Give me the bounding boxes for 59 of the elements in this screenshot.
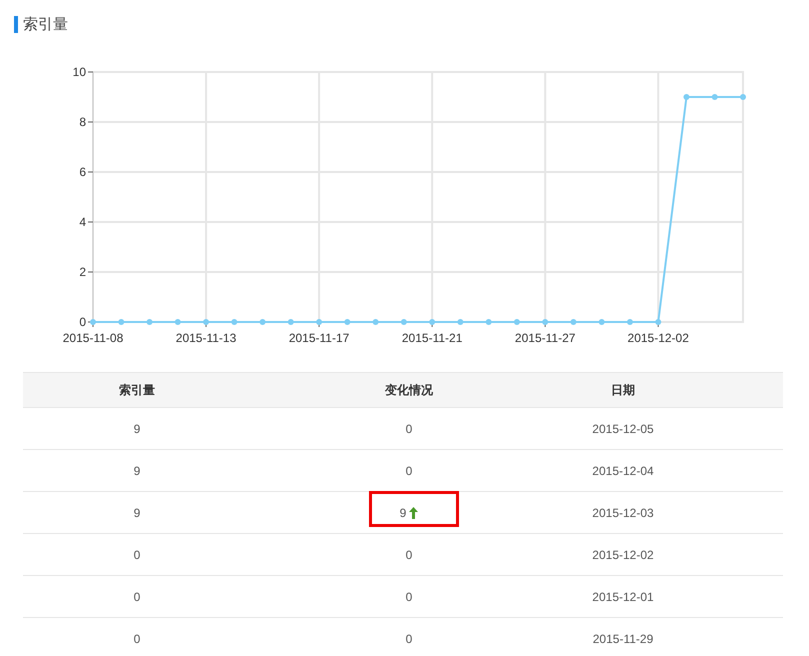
table-cell: 0 [406,548,412,562]
data-point [344,319,350,325]
table-cell-text: 0 [132,590,142,604]
table-cell: 0 [406,632,412,646]
data-point [203,319,210,325]
data-point [90,319,96,325]
axis-label: 2015-11-08 [62,331,124,345]
data-point [626,319,633,325]
data-point [260,319,266,325]
data-point [288,319,294,325]
table-cell-text: 2015-11-29 [592,632,654,646]
data-point [457,319,464,325]
data-point [174,319,181,325]
data-point [146,319,153,325]
title-accent-bar [14,16,18,32]
axis-label: 2015-12-02 [628,331,689,345]
axis-label: 8 [79,115,86,129]
table-cell-text: 0 [132,548,142,562]
axis-label: 2 [79,265,86,279]
data-point [570,319,576,325]
table-cell-text: 9 [132,422,142,436]
axis-label: 6 [79,165,86,179]
table-cell-text: 2015-12-01 [591,590,655,604]
data-point [316,319,322,325]
axis-label: 4 [79,215,86,229]
table-cell: 0 [406,422,412,436]
data-point [429,319,436,325]
axis-label: 0 [79,315,86,329]
table-cell-text: 2015-12-05 [591,422,655,436]
data-point [542,319,548,325]
axis-label: 10 [72,65,86,79]
data-point [400,319,407,325]
table-cell-text: 2015-12-04 [591,464,655,478]
axis-label: 2015-11-27 [514,331,576,345]
data-point [683,94,690,100]
data-point [118,319,124,325]
axis-label: 2015-11-13 [176,331,236,345]
column-header: 日期 [610,382,636,398]
table-cell: 0 [406,590,412,604]
data-point [655,319,662,325]
axis-label: 2015-11-17 [288,331,350,345]
table-cell-text: 2015-12-03 [591,506,655,520]
data-point [231,319,238,325]
data-point [486,319,492,325]
data-point [514,319,520,325]
table-cell: 0 [406,464,412,478]
section-title: 索引量 [23,14,68,34]
table-cell: 9 [400,506,418,520]
data-point [740,94,746,100]
data-point [712,94,718,100]
data-point [372,319,379,325]
data-point [598,319,605,325]
table-cell-text: 2015-12-02 [591,548,655,562]
column-header: 索引量 [118,382,156,398]
table-cell-text: 9 [132,464,142,478]
axis-label: 2015-11-21 [402,331,462,345]
table-cell-text: 9 [132,506,142,520]
column-header: 变化情况 [384,382,434,398]
table-cell-text: 0 [132,632,142,646]
